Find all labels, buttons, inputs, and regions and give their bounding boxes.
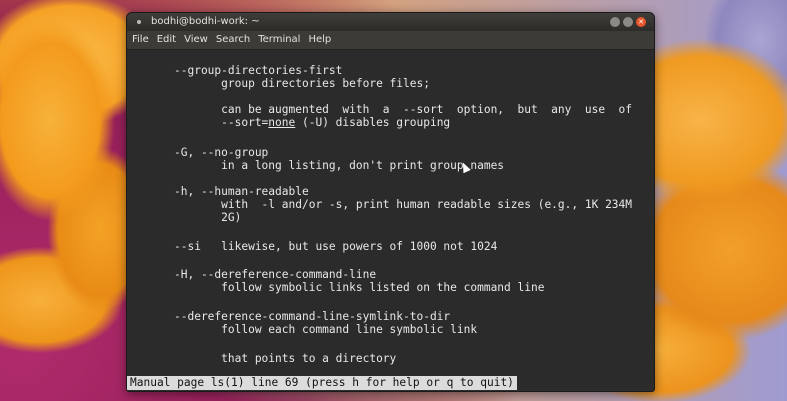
- window-titlebar[interactable]: bodhi@bodhi-work: ~ ✕: [127, 13, 654, 31]
- man-option-line: --si likewise, but use powers of 1000 no…: [174, 240, 498, 253]
- man-description-line: 2G): [174, 211, 242, 224]
- minimize-button[interactable]: [610, 17, 620, 27]
- man-description-line: that points to a directory: [174, 352, 397, 365]
- menu-view[interactable]: View: [183, 31, 209, 49]
- menu-help[interactable]: Help: [307, 31, 332, 49]
- man-description-line: --sort=none (-U) disables grouping: [174, 116, 450, 129]
- window-controls: ✕: [610, 17, 646, 27]
- man-option-line: --dereference-command-line-symlink-to-di…: [174, 310, 451, 323]
- menu-edit[interactable]: Edit: [156, 31, 177, 49]
- sort-option-text: --sort=: [174, 116, 269, 129]
- menu-file[interactable]: File: [131, 31, 150, 49]
- man-description-line: in a long listing, don't print group nam…: [174, 159, 505, 172]
- window-status-icon: [137, 20, 141, 24]
- underlined-none-text: none: [268, 116, 296, 129]
- close-button[interactable]: ✕: [636, 17, 646, 27]
- sort-option-tail-text: (-U) disables grouping: [295, 116, 451, 129]
- man-option-line: -H, --dereference-command-line: [174, 268, 377, 281]
- terminal-content[interactable]: --group-directories-first group director…: [127, 50, 654, 390]
- menubar: File Edit View Search Terminal Help: [127, 31, 654, 50]
- man-description-line: group directories before files;: [174, 77, 430, 90]
- man-description-line: follow symbolic links listed on the comm…: [174, 281, 545, 294]
- man-option-line: -G, --no-group: [174, 146, 269, 159]
- maximize-button[interactable]: [623, 17, 633, 27]
- pager-status-bar: Manual page ls(1) line 69 (press h for h…: [127, 376, 517, 390]
- man-option-line: --group-directories-first: [174, 64, 343, 77]
- mouse-pointer-icon: [459, 160, 471, 174]
- man-description-line: with -l and/or -s, print human readable …: [174, 198, 633, 211]
- menu-terminal[interactable]: Terminal: [257, 31, 301, 49]
- window-title: bodhi@bodhi-work: ~: [151, 16, 260, 27]
- man-option-line: -h, --human-readable: [174, 185, 309, 198]
- menu-search[interactable]: Search: [215, 31, 251, 49]
- terminal-window[interactable]: bodhi@bodhi-work: ~ ✕ File Edit View Sea…: [126, 12, 655, 392]
- man-description-line: follow each command line symbolic link: [174, 323, 478, 336]
- man-description-line: can be augmented with a --sort option, b…: [174, 103, 633, 116]
